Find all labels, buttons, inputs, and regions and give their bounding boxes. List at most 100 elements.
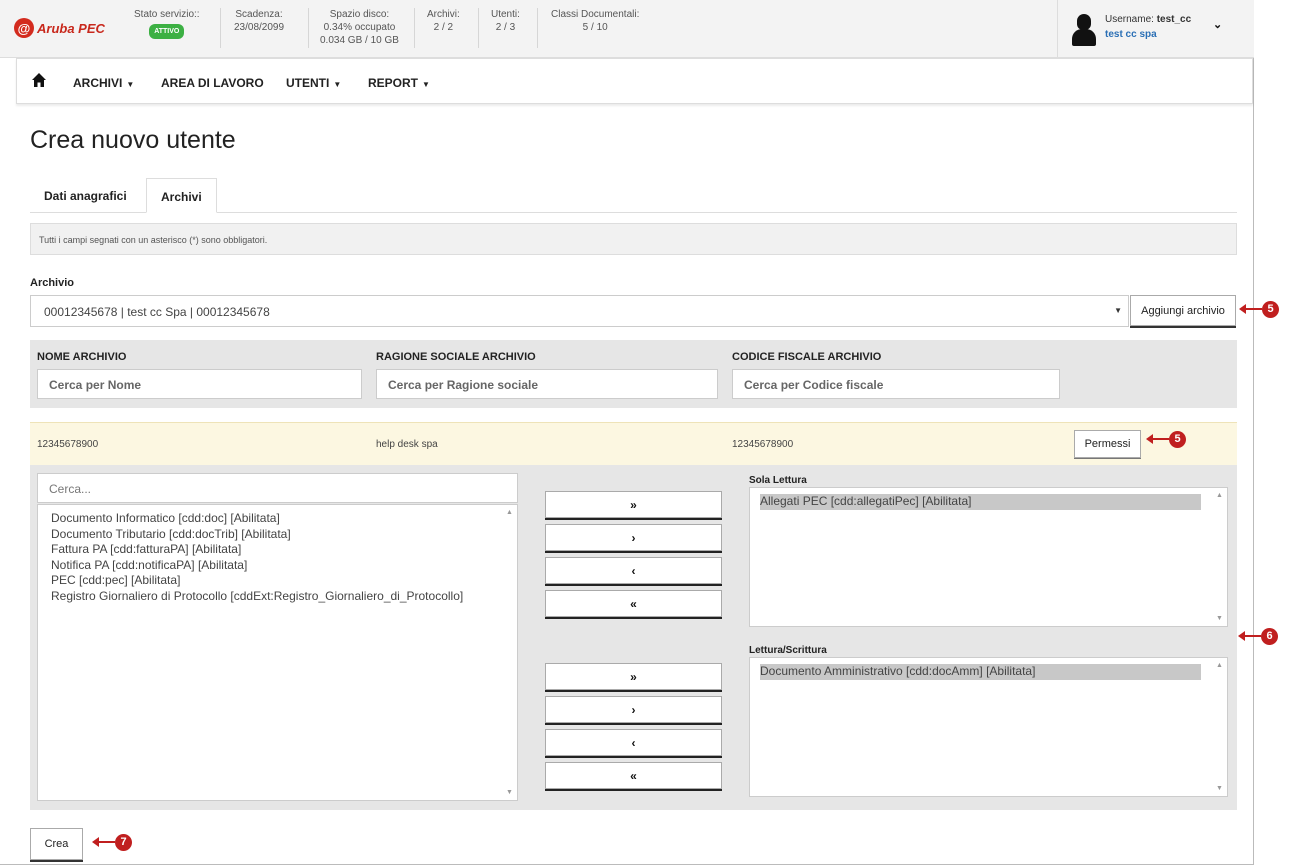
disk-label: Spazio disco: [329, 9, 390, 20]
caret-down-icon: ▼ [422, 80, 430, 89]
expiry-value: 23/08/2099 [234, 22, 285, 33]
nav-archivi[interactable]: ARCHIVI ▼ [73, 76, 134, 90]
divider [537, 8, 538, 48]
move-all-to-read-write-button[interactable]: » [545, 663, 722, 690]
username-value: test_cc [1156, 14, 1192, 25]
list-item[interactable]: Allegati PEC [cdd:allegatiPec] [Abilitat… [760, 494, 1201, 510]
list-item[interactable]: Fattura PA [cdd:fatturaPA] [Abilitata] [51, 542, 504, 558]
row-fiscal: 12345678900 [732, 439, 794, 450]
scroll-up-icon[interactable]: ▲ [506, 509, 513, 516]
filter-name-label: NOME ARCHIVIO [37, 351, 127, 363]
move-selected-to-read-write-button[interactable]: › [545, 696, 722, 723]
username-label: Username: [1105, 14, 1154, 25]
list-item[interactable]: Notifica PA [cdd:notificaPA] [Abilitata] [51, 558, 504, 574]
archive-filters: NOME ARCHIVIO RAGIONE SOCIALE ARCHIVIO C… [30, 340, 1237, 408]
status-bar: @ Aruba PEC Stato servizio:: ATTIVO Scad… [0, 0, 1254, 58]
main-nav: ARCHIVI ▼ AREA DI LAVORO UTENTI ▼ REPORT ▼ [16, 58, 1253, 104]
status-badge: ATTIVO [149, 24, 185, 39]
filter-company-label: RAGIONE SOCIALE ARCHIVIO [376, 351, 536, 363]
scrollbar[interactable]: ▲ ▼ [1212, 488, 1227, 626]
required-fields-notice: Tutti i campi segnati con un asterisco (… [30, 223, 1237, 255]
disk-stat: Spazio disco: 0.34% occupato 0.034 GB / … [320, 8, 399, 47]
doc-classes-label: Classi Documentali: [551, 9, 640, 20]
search-fiscal-input[interactable]: Cerca per Codice fiscale [732, 369, 1060, 399]
permissions-button[interactable]: Permessi [1074, 430, 1141, 458]
divider [220, 8, 221, 48]
scrollbar[interactable]: ▲ ▼ [1212, 658, 1227, 796]
scroll-down-icon[interactable]: ▼ [1216, 615, 1223, 622]
read-write-list[interactable]: Documento Amministrativo [cdd:docAmm] [A… [749, 657, 1228, 797]
nav-utenti[interactable]: UTENTI ▼ [286, 76, 341, 90]
archive-select-value: 00012345678 | test cc Spa | 00012345678 [44, 305, 270, 319]
callout-marker-5: 5 [1239, 300, 1279, 318]
app-frame: @ Aruba PEC Stato servizio:: ATTIVO Scad… [0, 0, 1279, 865]
remove-selected-from-read-only-button[interactable]: ‹ [545, 557, 722, 584]
scrollbar[interactable]: ▲ ▼ [502, 505, 517, 800]
remove-all-from-read-only-button[interactable]: « [545, 590, 722, 617]
brand-name: Aruba PEC [37, 20, 105, 36]
list-item[interactable]: Registro Giornaliero di Protocollo [cddE… [51, 589, 504, 605]
username: Username: test_cc [1105, 14, 1191, 25]
logo-at-icon: @ [14, 18, 34, 38]
callout-marker-5: 5 [1146, 430, 1186, 448]
nav-report-label: REPORT [368, 76, 419, 90]
nav-report[interactable]: REPORT ▼ [368, 76, 430, 90]
callout-marker-7: 7 [92, 833, 132, 851]
read-write-label: Lettura/Scrittura [749, 645, 827, 656]
callout-number: 7 [115, 833, 132, 851]
brand-logo[interactable]: @ Aruba PEC [14, 18, 105, 38]
read-only-list[interactable]: Allegati PEC [cdd:allegatiPec] [Abilitat… [749, 487, 1228, 627]
archive-select[interactable]: 00012345678 | test cc Spa | 00012345678 … [30, 295, 1129, 327]
disk-usage: 0.034 GB / 10 GB [320, 35, 399, 46]
callout-number: 5 [1262, 300, 1279, 318]
list-item[interactable]: Documento Tributario [cdd:docTrib] [Abil… [51, 527, 504, 543]
filter-fiscal-label: CODICE FISCALE ARCHIVIO [732, 351, 882, 363]
caret-down-icon: ▼ [333, 80, 342, 89]
add-archive-button[interactable]: Aggiungi archivio [1130, 295, 1236, 326]
callout-number: 5 [1169, 430, 1186, 448]
disk-percent: 0.34% occupato [323, 22, 396, 33]
service-status-label: Stato servizio:: [134, 9, 200, 20]
search-company-input[interactable]: Cerca per Ragione sociale [376, 369, 718, 399]
move-selected-to-read-only-button[interactable]: › [545, 524, 722, 551]
list-item[interactable]: Documento Informatico [cdd:doc] [Abilita… [51, 511, 504, 527]
scroll-down-icon[interactable]: ▼ [1216, 785, 1223, 792]
doc-classes-stat: Classi Documentali: 5 / 10 [551, 8, 639, 34]
table-row[interactable]: 12345678900 help desk spa 12345678900 Pe… [30, 422, 1237, 465]
permissions-panel: Cerca... Documento Informatico [cdd:doc]… [30, 465, 1237, 810]
expiry-stat: Scadenza: 23/08/2099 [234, 8, 284, 34]
scroll-up-icon[interactable]: ▲ [1216, 662, 1223, 669]
avatar-icon [1072, 14, 1096, 46]
create-button[interactable]: Crea [30, 828, 83, 860]
nav-area-di-lavoro[interactable]: AREA DI LAVORO [161, 76, 264, 90]
available-classes-list[interactable]: Documento Informatico [cdd:doc] [Abilita… [37, 504, 518, 801]
row-name: 12345678900 [37, 439, 99, 450]
list-item[interactable]: Documento Amministrativo [cdd:docAmm] [A… [760, 664, 1201, 680]
company-name: test cc spa [1105, 29, 1157, 40]
move-all-to-read-only-button[interactable]: » [545, 491, 722, 518]
search-name-input[interactable]: Cerca per Nome [37, 369, 362, 399]
divider [414, 8, 415, 48]
remove-all-from-read-write-button[interactable]: « [545, 762, 722, 789]
users-stat: Utenti: 2 / 3 [491, 8, 520, 34]
chevron-down-icon[interactable]: ⌄ [1213, 18, 1222, 31]
callout-number: 6 [1261, 627, 1278, 645]
nav-archivi-label: ARCHIVI [73, 76, 123, 90]
user-menu[interactable]: Username: test_cc test cc spa ⌄ [1057, 0, 1254, 58]
tab-archivi[interactable]: Archivi [146, 178, 217, 213]
scroll-up-icon[interactable]: ▲ [1216, 492, 1223, 499]
read-only-label: Sola Lettura [749, 475, 807, 486]
tab-bar: Dati anagrafici Archivi [30, 178, 1237, 213]
divider [478, 8, 479, 48]
row-company: help desk spa [376, 439, 438, 450]
doc-classes-value: 5 / 10 [582, 22, 608, 33]
home-icon[interactable] [31, 72, 47, 88]
remove-selected-from-read-write-button[interactable]: ‹ [545, 729, 722, 756]
list-item[interactable]: PEC [cdd:pec] [Abilitata] [51, 573, 504, 589]
expiry-label: Scadenza: [235, 9, 283, 20]
tab-dati-anagrafici[interactable]: Dati anagrafici [30, 178, 141, 213]
scroll-down-icon[interactable]: ▼ [506, 789, 513, 796]
archive-label: Archivio [30, 277, 75, 289]
dropdown-arrow-icon: ▼ [1114, 306, 1122, 315]
search-input[interactable]: Cerca... [37, 473, 518, 503]
